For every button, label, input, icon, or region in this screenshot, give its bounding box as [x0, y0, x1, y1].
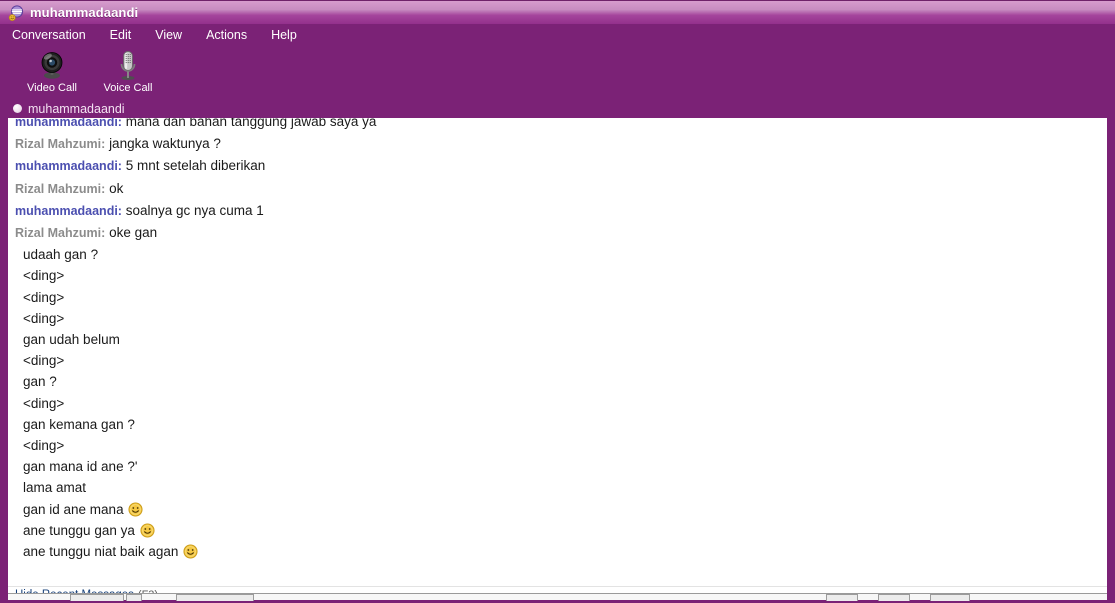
voice-call-button[interactable]: Voice Call — [90, 47, 166, 94]
input-toolbar-button-5[interactable] — [878, 594, 910, 601]
message-text: <ding> — [23, 353, 65, 369]
message-text: 5 mnt setelah diberikan — [125, 158, 266, 174]
smiley-icon — [140, 523, 155, 538]
message-row-continuation: gan udah belum — [8, 329, 1107, 350]
message-row: muhammadaandi: mana dan bahan tanggung j… — [8, 118, 1107, 133]
message-history-pane[interactable]: muhammadaandi: mana dan bahan tanggung j… — [8, 118, 1107, 603]
input-toolbar-button-6[interactable] — [930, 594, 970, 601]
menu-view[interactable]: View — [153, 27, 184, 43]
chat-window: muhammadaandi Conversation Edit View Act… — [0, 0, 1115, 603]
input-toolbar-button-2[interactable] — [126, 594, 142, 601]
input-toolbar-button-4[interactable] — [826, 594, 858, 601]
message-text: <ding> — [23, 268, 65, 284]
message-row-continuation: gan kemana gan ? — [8, 414, 1107, 435]
message-text: gan ? — [23, 374, 57, 390]
message-row-continuation: <ding> — [8, 287, 1107, 308]
message-text: gan mana id ane ?' — [23, 459, 138, 475]
message-row: muhammadaandi: 5 mnt setelah diberikan — [8, 155, 1107, 177]
smiley-icon — [128, 502, 143, 517]
message-text: ane tunggu niat baik agan — [23, 544, 183, 560]
message-sender: muhammadaandi: — [15, 118, 122, 129]
video-call-button[interactable]: Video Call — [14, 47, 90, 94]
message-text: oke gan — [109, 225, 158, 241]
message-row-continuation: <ding> — [8, 435, 1107, 456]
menu-actions[interactable]: Actions — [204, 27, 249, 43]
message-row-continuation: lama amat — [8, 477, 1107, 498]
menu-conversation[interactable]: Conversation — [10, 27, 88, 43]
menubar: Conversation Edit View Actions Help — [0, 24, 1115, 45]
message-text: lama amat — [23, 480, 87, 496]
message-row-continuation: gan ? — [8, 371, 1107, 392]
message-row: Rizal Mahzumi: oke gan — [8, 222, 1107, 244]
peer-status-bar: muhammadaandi — [0, 99, 1115, 118]
input-toolbar-button-1[interactable] — [70, 594, 124, 601]
message-sender: Rizal Mahzumi: — [15, 226, 106, 241]
message-row-continuation: ane tunggu niat baik agan — [8, 541, 1107, 562]
video-call-label: Video Call — [27, 82, 77, 94]
message-sender: Rizal Mahzumi: — [15, 181, 106, 196]
message-sender: muhammadaandi: — [15, 203, 122, 218]
message-text: ok — [109, 180, 124, 196]
peer-name: muhammadaandi — [28, 101, 125, 116]
input-toolbar-button-3[interactable] — [176, 594, 254, 601]
menu-help[interactable]: Help — [269, 27, 299, 43]
yahoo-messenger-window: muhammadaandi Conversation Edit View Act… — [0, 0, 1115, 603]
smiley-icon — [183, 544, 198, 559]
status-dot-idle-icon — [13, 104, 22, 113]
message-text: soalnya gc nya cuma 1 — [125, 202, 264, 218]
message-row-continuation: <ding> — [8, 350, 1107, 371]
message-sender: Rizal Mahzumi: — [15, 137, 106, 152]
message-row-continuation: udaah gan ? — [8, 244, 1107, 265]
message-text: gan kemana gan ? — [23, 416, 135, 432]
webcam-icon — [35, 49, 69, 81]
microphone-icon — [111, 49, 145, 81]
message-text: <ding> — [23, 438, 65, 454]
message-row: Rizal Mahzumi: jangka waktunya ? — [8, 133, 1107, 155]
message-row-continuation: ane tunggu gan ya — [8, 520, 1107, 541]
yahoo-messenger-icon — [8, 4, 24, 21]
message-text: <ding> — [23, 310, 65, 326]
message-list: muhammadaandi: mana dan bahan tanggung j… — [8, 118, 1107, 562]
message-text: gan udah belum — [23, 332, 120, 348]
message-text: gan id ane mana — [23, 501, 128, 517]
titlebar[interactable]: muhammadaandi — [0, 0, 1115, 24]
message-row-continuation: <ding> — [8, 308, 1107, 329]
message-row: Rizal Mahzumi: ok — [8, 178, 1107, 200]
message-text: mana dan bahan tanggung jawab saya ya — [125, 118, 377, 129]
toolbar: Video Call Voice Call — [0, 45, 1115, 99]
message-text: <ding> — [23, 395, 65, 411]
message-row-continuation: gan mana id ane ?' — [8, 456, 1107, 477]
window-title: muhammadaandi — [30, 5, 139, 20]
message-text: udaah gan ? — [23, 247, 99, 263]
message-row-continuation: gan id ane mana — [8, 499, 1107, 520]
message-row-continuation: <ding> — [8, 265, 1107, 286]
message-row: muhammadaandi: soalnya gc nya cuma 1 — [8, 200, 1107, 222]
message-text: ane tunggu gan ya — [23, 522, 139, 538]
voice-call-label: Voice Call — [103, 82, 153, 94]
message-sender: muhammadaandi: — [15, 159, 122, 174]
message-text: jangka waktunya ? — [109, 136, 221, 152]
chat-area: muhammadaandi: mana dan bahan tanggung j… — [0, 118, 1115, 603]
menu-edit[interactable]: Edit — [108, 27, 134, 43]
message-text: <ding> — [23, 289, 65, 305]
message-row-continuation: <ding> — [8, 393, 1107, 414]
input-toolbar-clipped — [0, 593, 1115, 603]
